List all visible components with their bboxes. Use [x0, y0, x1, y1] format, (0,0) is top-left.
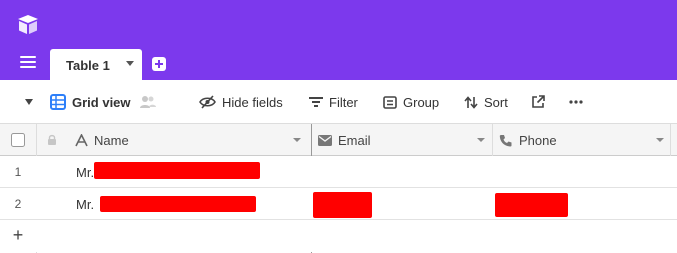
menu-icon[interactable] — [20, 56, 36, 70]
tab-table-1[interactable]: Table 1 — [50, 49, 142, 80]
select-all-checkbox[interactable] — [11, 124, 25, 156]
chevron-down-icon[interactable] — [656, 138, 664, 142]
chevron-down-icon[interactable] — [126, 61, 134, 66]
add-row[interactable]: + — [0, 220, 677, 252]
column-label-phone: Phone — [519, 132, 557, 148]
column-header-name[interactable]: Name — [75, 124, 129, 156]
group-button[interactable]: Group — [383, 80, 439, 124]
cell-name-text: Mr. — [76, 164, 95, 180]
grid-view-icon — [50, 94, 66, 110]
cell-email[interactable] — [318, 156, 488, 188]
grid-view-button[interactable]: Grid view — [50, 80, 157, 124]
cell-name[interactable]: Mr. — [76, 156, 94, 188]
external-link-icon — [532, 95, 545, 108]
group-icon — [383, 95, 397, 109]
view-label: Grid view — [72, 94, 131, 110]
sort-button[interactable]: Sort — [464, 80, 508, 124]
column-label-email: Email — [338, 132, 371, 148]
airtable-logo-icon[interactable] — [15, 12, 41, 38]
add-table-icon[interactable] — [152, 57, 166, 71]
hide-fields-label: Hide fields — [222, 94, 283, 110]
cell-phone[interactable] — [499, 156, 667, 188]
table-row[interactable]: 1 Mr. — [0, 156, 677, 188]
redaction-block — [100, 196, 256, 212]
add-row-plus-icon[interactable]: + — [0, 225, 36, 246]
hide-fields-button[interactable]: Hide fields — [199, 80, 283, 124]
redaction-block — [94, 162, 260, 179]
share-view-button[interactable] — [531, 80, 545, 124]
row-number: 1 — [14, 165, 22, 179]
redaction-block — [313, 192, 372, 218]
phone-field-icon — [499, 134, 512, 146]
lock-icon — [48, 134, 56, 145]
data-grid: Name Email Phone 1 Mr. 2 Mr. + — [0, 124, 677, 253]
view-switcher-caret[interactable] — [24, 80, 34, 124]
column-header-phone[interactable]: Phone — [499, 124, 557, 156]
filter-button[interactable]: Filter — [309, 80, 358, 124]
view-toolbar: Grid view Hide fields Filter Group Sort — [0, 80, 677, 124]
column-header-email[interactable]: Email — [318, 124, 371, 156]
row-number: 2 — [14, 197, 22, 211]
filter-icon — [309, 97, 323, 107]
app-header: Table 1 — [0, 0, 677, 80]
primary-field-lock — [47, 124, 57, 156]
caret-down-icon — [25, 99, 33, 105]
chevron-down-icon[interactable] — [293, 138, 301, 142]
cell-name[interactable]: Mr. — [76, 188, 94, 220]
group-label: Group — [403, 94, 440, 110]
grid-header: Name Email Phone — [0, 124, 677, 156]
tab-label: Table 1 — [66, 58, 110, 73]
chevron-down-icon[interactable] — [477, 138, 485, 142]
filter-label: Filter — [329, 94, 358, 110]
email-field-icon — [318, 134, 332, 146]
table-row[interactable]: 2 Mr. — [0, 188, 677, 220]
sort-label: Sort — [484, 94, 508, 110]
more-options-button[interactable] — [569, 80, 583, 124]
more-dots-icon — [569, 100, 583, 104]
collaborators-icon[interactable] — [139, 95, 157, 109]
redaction-block — [495, 193, 568, 217]
column-label-name: Name — [94, 132, 129, 148]
cell-name-text: Mr. — [76, 196, 95, 212]
sort-icon — [464, 95, 478, 109]
hide-fields-icon — [199, 95, 216, 109]
checkbox-icon — [11, 133, 25, 147]
text-field-icon — [75, 133, 88, 146]
